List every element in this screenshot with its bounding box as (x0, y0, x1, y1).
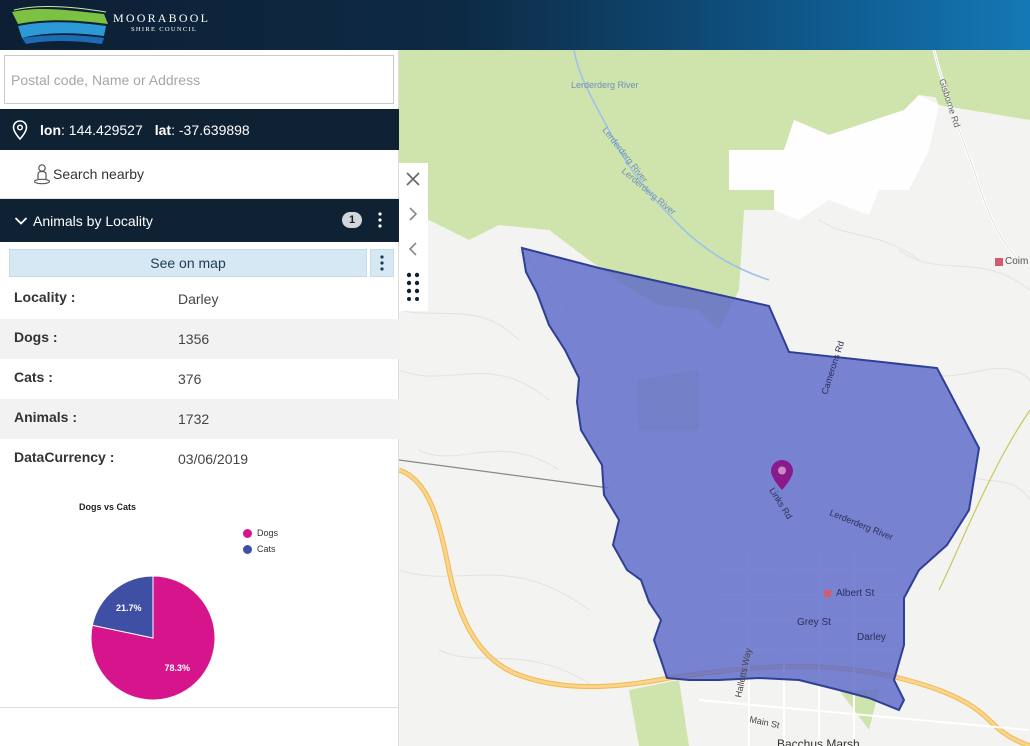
legend-swatch (243, 528, 252, 538)
divider (0, 707, 399, 708)
search-nearby-button[interactable]: Search nearby (0, 150, 399, 199)
person-nearby-icon (33, 164, 51, 185)
location-pin-icon (12, 119, 28, 140)
attribute-key: Dogs : (14, 329, 58, 345)
search-box (4, 55, 394, 104)
legend-item-cats[interactable]: Cats (243, 541, 278, 557)
forest-area (629, 680, 689, 746)
lon-label: lon (40, 121, 61, 138)
attribute-value: 1356 (178, 331, 210, 347)
attribute-row-dogs: Dogs : 1356 (0, 319, 399, 359)
attribute-key: Animals : (14, 409, 78, 425)
map-view[interactable]: Lerderderg River Lerderderg River Lerder… (399, 50, 1030, 746)
pie-chart-svg: 78.3% 21.7% (90, 575, 216, 701)
address-search-input[interactable] (5, 56, 393, 103)
search-nearby-label: Search nearby (53, 166, 145, 182)
legend-label: Dogs (257, 528, 279, 538)
attribute-key: Locality : (14, 289, 76, 305)
attribute-value: 03/06/2019 (178, 451, 249, 467)
app-header: MOORABOOL SHIRE COUNCIL (0, 0, 1030, 50)
attribute-row-locality: Locality : Darley (0, 279, 399, 319)
layer-title: Animals by Locality (33, 212, 153, 229)
lon-value: 144.429527 (68, 121, 143, 138)
pie-data-label: 78.3% (164, 663, 190, 673)
map-label: Coim (1005, 256, 1028, 267)
attribute-key: DataCurrency : (14, 449, 115, 465)
chevron-left-icon[interactable] (405, 241, 421, 257)
legend-label: Cats (257, 544, 276, 554)
see-on-map-button[interactable]: See on map (9, 249, 367, 277)
result-count-badge: 1 (342, 212, 362, 228)
side-panel: lon: 144.429527 lat: -37.639898 Search n… (0, 50, 399, 746)
brand-subtitle: SHIRE COUNCIL (131, 26, 198, 33)
map-label: Albert St (836, 588, 875, 599)
attribute-row-animals: Animals : 1732 (0, 399, 399, 439)
map-label: Bacchus Marsh (777, 737, 860, 746)
attribute-value: 1732 (178, 411, 210, 427)
more-options-icon[interactable] (375, 211, 385, 229)
more-options-icon (380, 255, 384, 271)
attribute-value: Darley (178, 291, 219, 307)
pie-data-label: 21.7% (116, 603, 142, 613)
map-label: Darley (857, 632, 886, 643)
map-side-toolbar (399, 163, 428, 311)
attribute-key: Cats : (14, 369, 53, 385)
attribute-table: Locality : Darley Dogs : 1356 Cats : 376… (0, 279, 399, 479)
chart-legend: Dogs Cats (243, 525, 278, 557)
drag-handle-icon[interactable] (405, 271, 421, 301)
legend-swatch (243, 544, 252, 554)
close-icon[interactable] (405, 171, 421, 187)
chevron-right-icon[interactable] (405, 206, 421, 222)
lat-value: -37.639898 (178, 121, 250, 138)
poi-icon[interactable] (824, 590, 831, 597)
brand-name: MOORABOOL (113, 11, 211, 25)
poi-icon[interactable] (995, 258, 1003, 266)
legend-item-dogs[interactable]: Dogs (243, 525, 278, 541)
attribute-row-cats: Cats : 376 (0, 359, 399, 399)
chevron-down-icon[interactable] (14, 214, 28, 228)
map-label: Lerderderg River (571, 80, 639, 90)
layer-header[interactable]: Animals by Locality 1 (0, 199, 399, 242)
pie-chart: Dogs vs Cats 78.3% 21.7% Dogs Cats (0, 495, 399, 705)
lat-label: lat (154, 121, 172, 138)
attribute-row-datacurrency: DataCurrency : 03/06/2019 (0, 439, 399, 479)
attribute-value: 376 (178, 371, 202, 387)
coordinate-bar: lon: 144.429527 lat: -37.639898 (0, 109, 399, 150)
map-canvas[interactable]: Lerderderg River Lerderderg River Lerder… (399, 50, 1030, 746)
see-on-map-menu-button[interactable] (370, 249, 394, 277)
map-label: Grey St (797, 617, 831, 628)
